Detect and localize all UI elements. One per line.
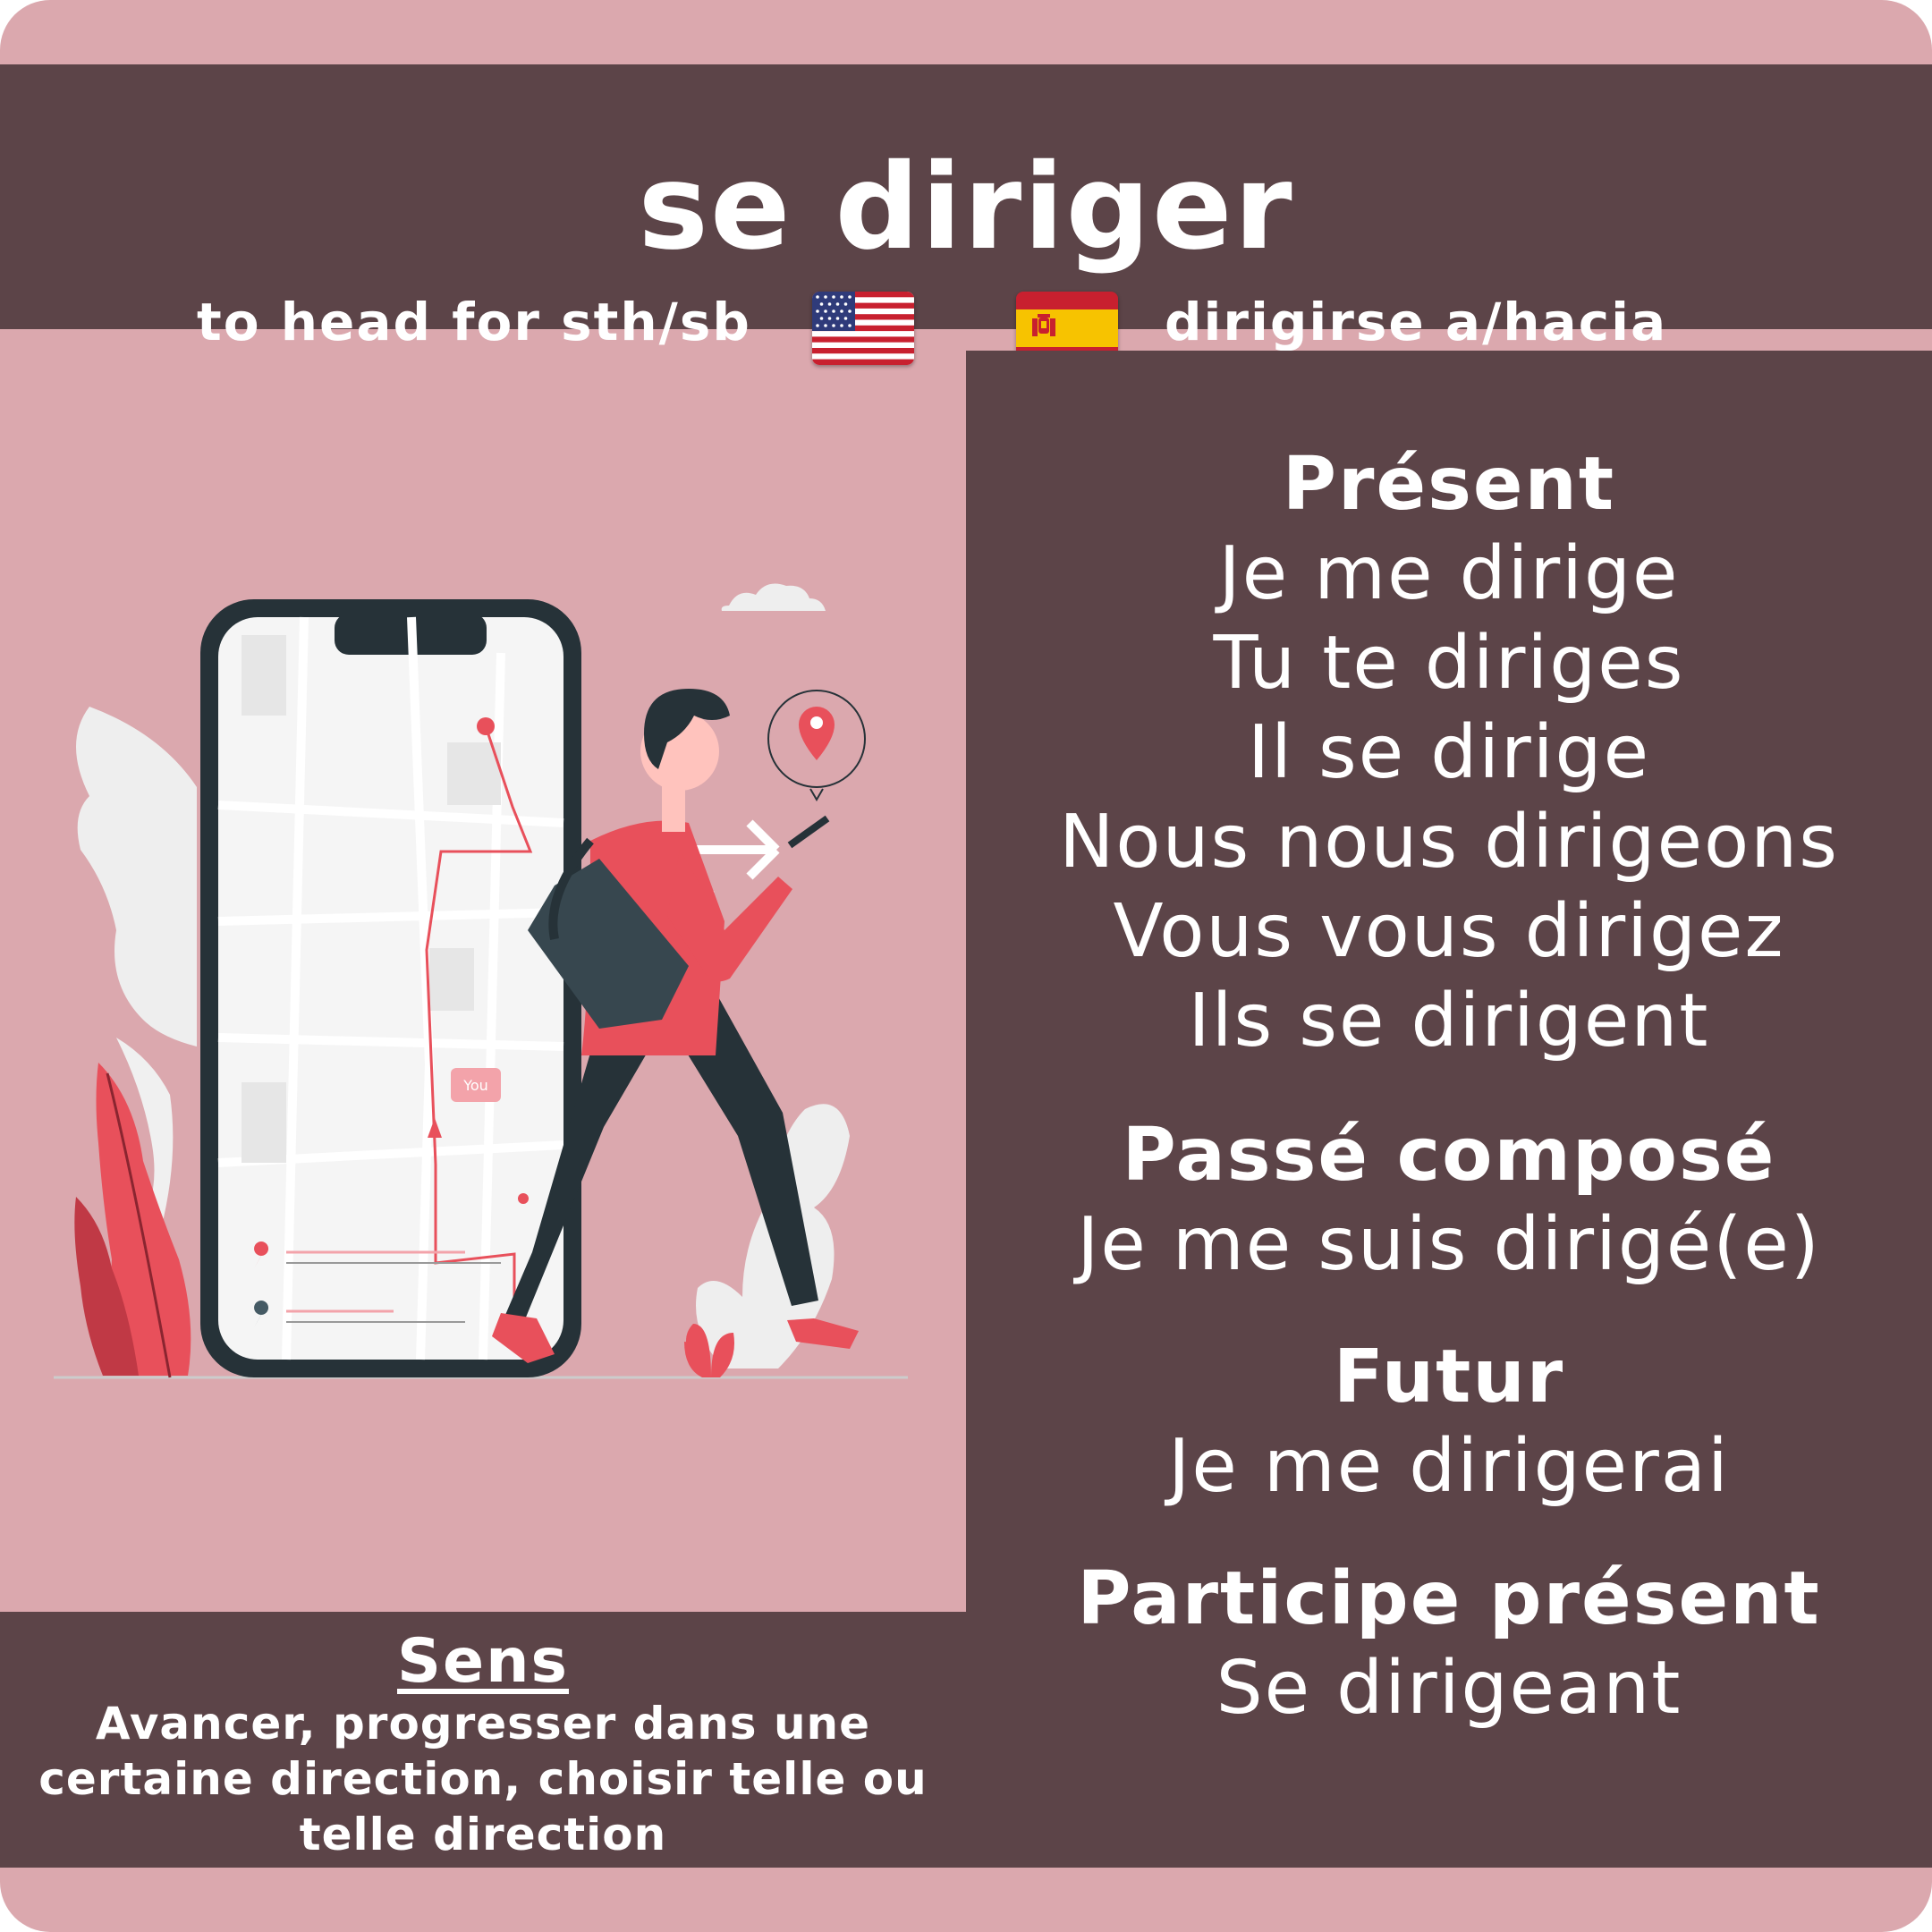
participe-present-line: Se dirigeant	[1216, 1646, 1682, 1731]
present-line: Nous nous dirigeons	[1059, 800, 1839, 885]
passe-compose-section: Passé composé Je me suis dirigé(e)	[966, 1111, 1932, 1290]
sens-title: Sens	[397, 1626, 569, 1697]
english-translation: to head for sth/sb	[197, 292, 751, 352]
present-line: Je me dirige	[1218, 531, 1680, 616]
present-section: Présent Je me dirige Tu te diriges Il se…	[966, 440, 1932, 1066]
verb-title: se diriger	[638, 139, 1294, 276]
present-line: Tu te diriges	[1213, 621, 1685, 706]
sens-definition: Avancer, progresser dans une certaine di…	[38, 1698, 928, 1860]
present-title: Présent	[1282, 442, 1616, 527]
present-line: Vous vous dirigez	[1113, 889, 1785, 974]
participe-present-title: Participe présent	[1077, 1556, 1821, 1641]
sens-panel: Sens Avancer, progresser dans une certai…	[0, 1612, 966, 1868]
participe-present-section: Participe présent Se dirigeant	[966, 1555, 1932, 1733]
header: se diriger to head for sth/sb dirigirse …	[0, 64, 1932, 365]
us-flag-icon	[812, 292, 914, 365]
futur-title: Futur	[1333, 1335, 1565, 1419]
present-line: Il se dirige	[1247, 710, 1651, 795]
present-line: Ils se dirigent	[1188, 979, 1710, 1063]
navigation-illustration: You	[36, 537, 930, 1395]
conjugation-panel: Présent Je me dirige Tu te diriges Il se…	[966, 351, 1932, 1868]
passe-compose-line: Je me suis dirigé(e)	[1077, 1202, 1821, 1287]
futur-line: Je me dirigerai	[1168, 1424, 1730, 1509]
verb-card: se diriger to head for sth/sb dirigirse …	[0, 0, 1932, 1932]
spanish-translation: dirigirse a/hacia	[1165, 292, 1668, 352]
passe-compose-title: Passé composé	[1122, 1113, 1776, 1198]
futur-section: Futur Je me dirigerai	[966, 1333, 1932, 1512]
you-label: You	[462, 1077, 488, 1094]
